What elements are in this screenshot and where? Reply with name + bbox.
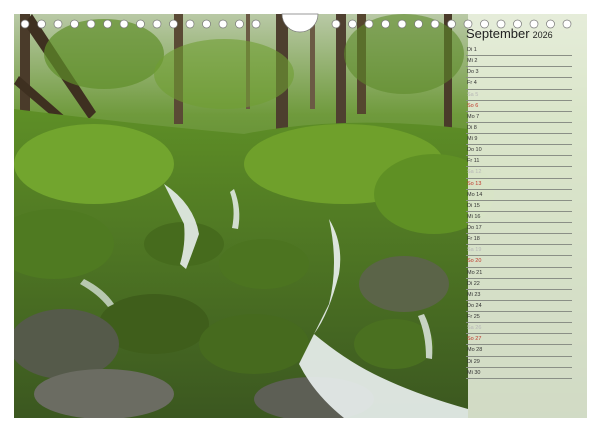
binding-hole: [185, 19, 195, 29]
day-row: Mo 14: [466, 190, 572, 201]
day-row: So 6: [466, 101, 572, 112]
binding-hole: [202, 19, 211, 29]
day-row: Sa 5: [466, 90, 572, 101]
day-row: Do 3: [466, 67, 572, 79]
binding-hole: [235, 19, 244, 29]
binding-hole: [414, 19, 423, 29]
day-list: Di 1 Mi 2 Do 3 Fr 4 Sa 5 So 6 Mo 7 Di 8 Mi 9 Do 1…: [466, 45, 572, 379]
day-row: Sa 12: [466, 167, 572, 179]
binding-hole: [86, 19, 96, 29]
day-row: Mi 30: [466, 368, 572, 379]
day-row: Sa 19: [466, 245, 572, 257]
day-row: Di 8: [466, 123, 572, 134]
binding-hole: [381, 19, 390, 29]
binding-hole: [480, 19, 489, 29]
day-row: Mi 16: [466, 212, 572, 223]
day-row: Fr 25: [466, 312, 572, 324]
day-row: Mo 7: [466, 112, 572, 123]
day-row: So 20: [466, 256, 572, 268]
binding-hole: [218, 19, 228, 29]
binding-hole: [447, 19, 456, 29]
day-row: Di 15: [466, 201, 572, 212]
day-row: Do 17: [466, 223, 572, 235]
day-row: Mi 9: [466, 134, 572, 146]
binding-hole: [496, 19, 506, 29]
day-row: Di 29: [466, 357, 572, 368]
day-row: So 27: [466, 334, 572, 346]
binding-hole: [546, 19, 555, 29]
binding-holes: [20, 13, 572, 33]
day-row: Mo 28: [466, 345, 572, 357]
binding-hole: [136, 19, 145, 29]
binding-hole: [152, 19, 162, 29]
binding-hole: [562, 19, 572, 29]
day-row: Fr 4: [466, 78, 572, 90]
binding-hole: [513, 19, 522, 29]
binding-hole: [364, 19, 374, 29]
hanger-cutout: [281, 13, 319, 33]
binding-hole: [169, 19, 178, 29]
day-row: Di 22: [466, 279, 572, 290]
binding-hole: [119, 19, 129, 29]
day-row: Fr 11: [466, 156, 572, 168]
binding-hole: [251, 19, 261, 29]
day-row: Mi 2: [466, 56, 572, 68]
binding-hole: [348, 19, 357, 29]
day-row: Sa 26: [466, 323, 572, 335]
binding-hole: [430, 19, 440, 29]
binding-hole: [20, 19, 30, 29]
day-row: So 13: [466, 179, 572, 190]
binding-hole: [70, 19, 79, 29]
day-row: Fr 18: [466, 234, 572, 246]
binding-hole: [331, 19, 341, 29]
day-row: Di 1: [466, 45, 572, 57]
binding-hole: [529, 19, 539, 29]
binding-hole: [103, 19, 112, 29]
binding-hole: [397, 19, 407, 29]
day-row: Do 10: [466, 145, 572, 157]
day-row: Mi 23: [466, 290, 572, 301]
binding-hole: [53, 19, 63, 29]
binding-hole: [37, 19, 46, 29]
binding-hole: [463, 19, 473, 29]
day-row: Do 24: [466, 301, 572, 312]
day-row: Mo 21: [466, 268, 572, 279]
